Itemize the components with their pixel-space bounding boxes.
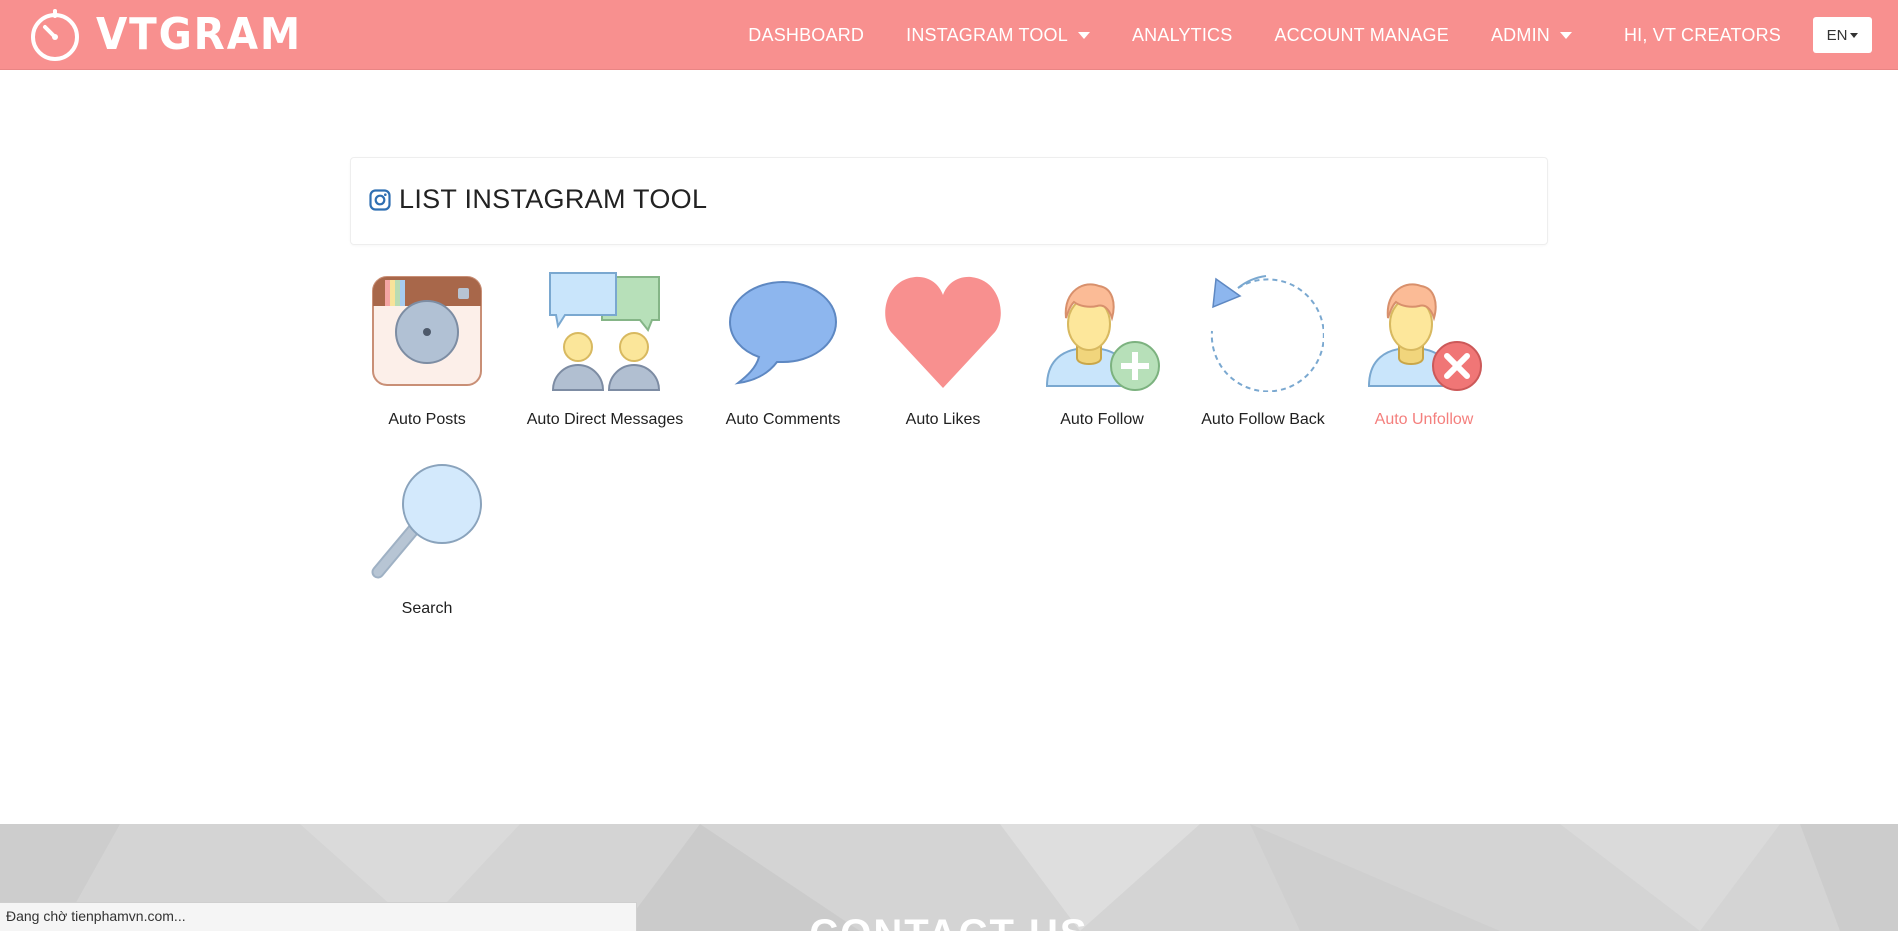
language-selector[interactable]: EN <box>1813 17 1872 53</box>
tool-auto-follow[interactable]: Auto Follow <box>1017 270 1187 429</box>
nav-analytics[interactable]: ANALYTICS <box>1132 25 1233 46</box>
nav-user-greeting[interactable]: HI, VT CREATORS <box>1624 25 1781 46</box>
tool-label: Auto Direct Messages <box>526 411 684 428</box>
tool-auto-likes[interactable]: Auto Likes <box>858 270 1028 429</box>
tool-auto-unfollow[interactable]: Auto Unfollow <box>1339 270 1509 429</box>
tool-auto-posts[interactable]: Auto Posts <box>342 270 512 429</box>
status-text: Đang chờ tienphamvn.com... <box>6 908 186 924</box>
speech-bubble-icon <box>728 280 838 385</box>
caret-down-icon <box>1077 31 1090 39</box>
stopwatch-icon <box>31 9 79 61</box>
add-user-icon <box>1045 283 1160 391</box>
brand-logo[interactable]: VTGRAM <box>28 6 320 64</box>
nav-admin[interactable]: ADMIN <box>1491 25 1572 46</box>
user-greeting-label: HI, VT CREATORS <box>1623 24 1781 45</box>
camera-icon <box>372 276 482 386</box>
tool-label: Auto Unfollow <box>1374 411 1474 428</box>
nav-dashboard[interactable]: DASHBOARD <box>748 25 864 46</box>
top-navbar: VTGRAM DASHBOARD INSTAGRAM TOOL ANALYTIC… <box>0 0 1898 70</box>
language-label: EN <box>1826 26 1848 44</box>
caret-down-icon <box>1559 31 1572 39</box>
nav-instagram-tool-label: INSTAGRAM TOOL <box>906 24 1068 45</box>
nav-instagram-tool[interactable]: INSTAGRAM TOOL <box>906 25 1090 46</box>
nav-account-manage[interactable]: ACCOUNT MANAGE <box>1274 25 1449 46</box>
page-title: LIST INSTAGRAM TOOL <box>369 184 707 215</box>
main-nav: DASHBOARD INSTAGRAM TOOL ANALYTICS ACCOU… <box>748 0 1872 70</box>
tool-auto-direct-messages[interactable]: Auto Direct Messages <box>520 270 690 429</box>
tools-panel-header: LIST INSTAGRAM TOOL <box>350 157 1548 245</box>
tool-label: Auto Follow <box>1060 411 1144 428</box>
page-title-text: LIST INSTAGRAM TOOL <box>399 184 708 214</box>
nav-dashboard-label: DASHBOARD <box>748 24 865 45</box>
caret-down-icon <box>1850 32 1859 38</box>
tool-label: Auto Likes <box>905 411 981 428</box>
nav-analytics-label: ANALYTICS <box>1131 24 1233 45</box>
tool-auto-follow-back[interactable]: Auto Follow Back <box>1178 270 1348 429</box>
instagram-icon <box>369 188 391 211</box>
browser-status-bar: Đang chờ tienphamvn.com... <box>0 902 637 931</box>
tool-label: Auto Comments <box>725 411 841 428</box>
magnifier-icon <box>371 464 482 579</box>
nav-admin-label: ADMIN <box>1490 24 1550 45</box>
tool-label: Auto Posts <box>388 411 466 428</box>
tool-search[interactable]: Search <box>342 459 512 618</box>
brand-name: VTGRAM <box>96 9 302 60</box>
chat-users-icon <box>549 272 661 391</box>
tool-auto-comments[interactable]: Auto Comments <box>698 270 868 429</box>
tool-label: Search <box>401 600 453 617</box>
remove-user-icon <box>1367 283 1482 391</box>
tool-label: Auto Follow Back <box>1201 411 1325 428</box>
nav-account-manage-label: ACCOUNT MANAGE <box>1274 24 1449 45</box>
heart-icon <box>885 276 1001 388</box>
refresh-icon <box>1210 275 1324 392</box>
